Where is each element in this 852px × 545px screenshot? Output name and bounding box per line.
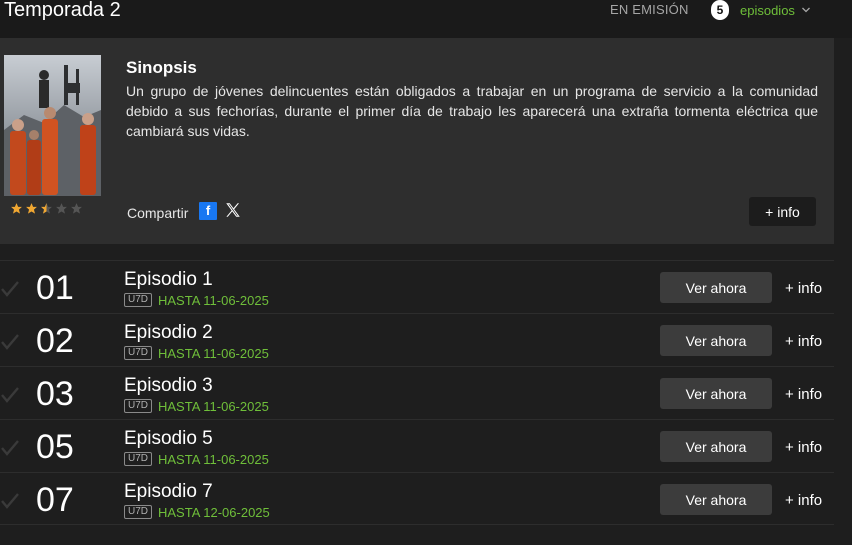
episode-list: 01 Episodio 1 U7D HASTA 11-06-2025 Ver a… (0, 260, 834, 525)
check-icon (1, 493, 19, 509)
episode-count-badge: 5 (711, 0, 729, 20)
episode-row: 01 Episodio 1 U7D HASTA 11-06-2025 Ver a… (0, 260, 834, 313)
episode-number: 07 (36, 481, 74, 519)
on-air-label: EN EMISIÓN (610, 2, 689, 17)
check-icon (1, 387, 19, 403)
facebook-icon[interactable]: f (199, 202, 217, 220)
episode-more-info-link[interactable]: + info (785, 280, 822, 297)
episode-number: 01 (36, 269, 74, 307)
availability-date: HASTA 11-06-2025 (158, 346, 269, 361)
episode-more-info-link[interactable]: + info (785, 439, 822, 456)
season-title: Temporada 2 (4, 0, 121, 21)
episode-title[interactable]: Episodio 7 (124, 481, 213, 503)
check-icon (1, 334, 19, 350)
rating-stars (10, 202, 83, 215)
show-poster-image (4, 55, 101, 196)
episode-number: 05 (36, 428, 74, 466)
star-filled-icon (11, 203, 22, 214)
availability-badge: U7D (124, 505, 153, 519)
check-icon (1, 440, 19, 456)
episode-row: 05 Episodio 5 U7D HASTA 11-06-2025 Ver a… (0, 419, 834, 472)
watch-now-button[interactable]: Ver ahora (660, 484, 772, 515)
synopsis-panel: Sinopsis Un grupo de jóvenes delincuente… (0, 38, 834, 244)
episode-title[interactable]: Episodio 1 (124, 269, 213, 291)
availability-date: HASTA 12-06-2025 (158, 505, 270, 520)
availability-badge: U7D (124, 293, 153, 307)
availability-badge: U7D (124, 399, 153, 413)
chevron-down-icon (801, 7, 810, 13)
episode-row: 02 Episodio 2 U7D HASTA 11-06-2025 Ver a… (0, 313, 834, 366)
availability-date: HASTA 11-06-2025 (158, 452, 269, 467)
x-twitter-icon[interactable] (224, 201, 242, 219)
episode-more-info-link[interactable]: + info (785, 386, 822, 403)
star-half-icon (41, 203, 52, 214)
episode-title[interactable]: Episodio 5 (124, 428, 213, 450)
episode-more-info-link[interactable]: + info (785, 333, 822, 350)
availability-date: HASTA 11-06-2025 (158, 293, 269, 308)
synopsis-title: Sinopsis (126, 58, 197, 77)
episodes-dropdown[interactable]: episodios (740, 0, 811, 20)
star-empty-icon (71, 203, 82, 214)
episode-number: 02 (36, 322, 74, 360)
synopsis-text: Un grupo de jóvenes delincuentes están o… (126, 83, 818, 139)
episode-number: 03 (36, 375, 74, 413)
episode-title[interactable]: Episodio 3 (124, 375, 213, 397)
star-empty-icon (56, 203, 67, 214)
share-label: Compartir (127, 205, 189, 221)
watch-now-button[interactable]: Ver ahora (660, 272, 772, 303)
episodes-dropdown-label: episodios (740, 2, 795, 18)
watch-now-button[interactable]: Ver ahora (660, 378, 772, 409)
episode-more-info-link[interactable]: + info (785, 492, 822, 509)
episode-title[interactable]: Episodio 2 (124, 322, 213, 344)
availability-badge: U7D (124, 346, 153, 360)
watch-now-button[interactable]: Ver ahora (660, 325, 772, 356)
season-header: Temporada 2 EN EMISIÓN 5 episodios (0, 0, 852, 38)
star-filled-icon (26, 203, 37, 214)
watch-now-button[interactable]: Ver ahora (660, 431, 772, 462)
show-more-info-button[interactable]: + info (749, 197, 816, 226)
episode-row: 03 Episodio 3 U7D HASTA 11-06-2025 Ver a… (0, 366, 834, 419)
availability-date: HASTA 11-06-2025 (158, 399, 269, 414)
episode-row: 07 Episodio 7 U7D HASTA 12-06-2025 Ver a… (0, 472, 834, 525)
check-icon (1, 281, 19, 297)
availability-badge: U7D (124, 452, 153, 466)
